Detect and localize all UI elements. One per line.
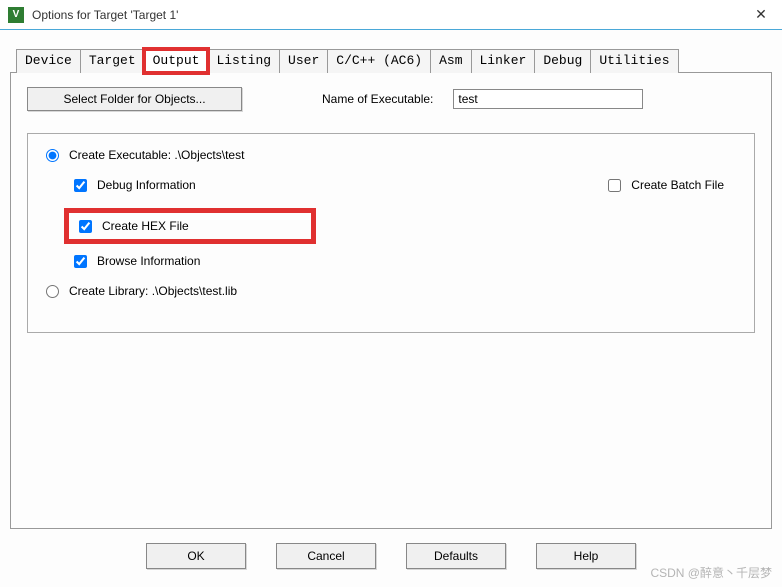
tab-output[interactable]: Output <box>144 49 209 73</box>
tab-utilities[interactable]: Utilities <box>590 49 678 73</box>
tab-bar: Device Target Output Listing User C/C++ … <box>10 48 772 73</box>
create-library-label: Create Library: .\Objects\test.lib <box>69 284 237 298</box>
ok-button[interactable]: OK <box>146 543 246 569</box>
create-batch-row: Create Batch File <box>608 178 724 192</box>
defaults-button[interactable]: Defaults <box>406 543 506 569</box>
create-executable-radio-row: Create Executable: .\Objects\test <box>46 148 736 162</box>
create-executable-label: Create Executable: .\Objects\test <box>69 148 244 162</box>
create-hex-label: Create HEX File <box>102 219 189 233</box>
debug-info-checkbox[interactable] <box>74 179 87 192</box>
name-executable-input[interactable] <box>453 89 643 109</box>
app-icon: V <box>8 7 24 23</box>
output-panel: Select Folder for Objects... Name of Exe… <box>10 73 772 529</box>
tab-target[interactable]: Target <box>80 49 145 73</box>
output-group: Create Executable: .\Objects\test Debug … <box>27 133 755 333</box>
create-hex-checkbox[interactable] <box>79 220 92 233</box>
window-title: Options for Target 'Target 1' <box>32 8 178 22</box>
create-hex-row: Create HEX File <box>79 219 301 233</box>
tab-user[interactable]: User <box>279 49 328 73</box>
dialog-buttons: OK Cancel Defaults Help <box>10 529 772 577</box>
create-library-radio-row: Create Library: .\Objects\test.lib <box>46 284 736 298</box>
tab-cpp[interactable]: C/C++ (AC6) <box>327 49 431 73</box>
create-library-radio[interactable] <box>46 285 59 298</box>
name-executable-label: Name of Executable: <box>322 92 433 106</box>
close-icon[interactable]: ✕ <box>752 6 770 24</box>
cancel-button[interactable]: Cancel <box>276 543 376 569</box>
tab-debug[interactable]: Debug <box>534 49 591 73</box>
create-executable-radio[interactable] <box>46 149 59 162</box>
tab-linker[interactable]: Linker <box>471 49 536 73</box>
tab-listing[interactable]: Listing <box>207 49 280 73</box>
top-row: Select Folder for Objects... Name of Exe… <box>27 87 755 111</box>
create-batch-checkbox[interactable] <box>608 179 621 192</box>
create-batch-label: Create Batch File <box>631 178 724 192</box>
browse-info-row: Browse Information <box>74 254 736 268</box>
titlebar: V Options for Target 'Target 1' ✕ <box>0 0 782 30</box>
select-folder-button[interactable]: Select Folder for Objects... <box>27 87 242 111</box>
window-body: Device Target Output Listing User C/C++ … <box>0 30 782 587</box>
debug-info-label: Debug Information <box>97 178 196 192</box>
tab-device[interactable]: Device <box>16 49 81 73</box>
tab-asm[interactable]: Asm <box>430 49 471 73</box>
help-button[interactable]: Help <box>536 543 636 569</box>
browse-info-wrap: Browse Information <box>74 254 736 268</box>
browse-info-checkbox[interactable] <box>74 255 87 268</box>
browse-info-label: Browse Information <box>97 254 200 268</box>
create-hex-highlight: Create HEX File <box>64 208 316 244</box>
